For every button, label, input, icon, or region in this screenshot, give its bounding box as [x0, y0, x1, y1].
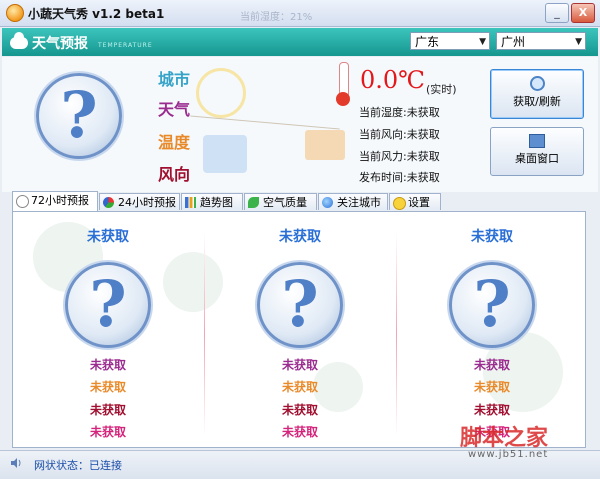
tab-followed-cities[interactable]: 关注城市	[318, 193, 388, 210]
forecast-day-2: 未获取 ? 未获取 未获取 未获取 未获取	[205, 212, 395, 447]
forecast-weather: 未获取	[89, 358, 126, 372]
forecast-temperature: 未获取	[89, 380, 126, 394]
wind-power-text: 当前风力:未获取	[359, 150, 440, 163]
temperature-value: 0.0℃	[360, 66, 426, 94]
tab-settings[interactable]: 设置	[389, 193, 441, 210]
forecast-temperature: 未获取	[281, 380, 318, 394]
tab-label: 趋势图	[200, 196, 233, 209]
weather-unknown-icon: ?	[257, 262, 343, 348]
window-title: 小蔬天气秀 v1.2 beta1	[28, 7, 165, 21]
province-value: 广东	[415, 35, 440, 49]
globe-icon	[322, 197, 333, 208]
close-button[interactable]: X	[571, 3, 595, 23]
forecast-temperature: 未获取	[473, 380, 510, 394]
forecast-wind-power: 未获取	[281, 425, 318, 439]
city-select[interactable]: 广州 ▼	[496, 32, 586, 50]
tab-air-quality[interactable]: 空气质量	[244, 193, 317, 210]
weather-unknown-icon: ?	[449, 262, 535, 348]
wind-label: 风向	[158, 165, 191, 184]
forecast-date: 未获取	[87, 229, 129, 245]
watermark-url: www.jb51.net	[468, 449, 549, 460]
leaf-icon	[248, 197, 259, 208]
forecast-weather: 未获取	[473, 358, 510, 372]
tab-label: 空气质量	[263, 196, 307, 209]
thermometer-bulb	[336, 92, 350, 106]
clock-icon	[16, 195, 29, 208]
desktop-window-button[interactable]: 桌面窗口	[490, 127, 584, 176]
forecast-panel: 未获取 ? 未获取 未获取 未获取 未获取 未获取 ? 未获取 未获取 未获取 …	[12, 211, 586, 448]
shirt-decoration-icon	[203, 135, 247, 173]
tab-24h-forecast[interactable]: 24小时预报	[99, 193, 180, 210]
window-icon	[529, 134, 545, 148]
network-status-text: 网状状态：已连接	[34, 459, 122, 472]
desktop-button-label: 桌面窗口	[515, 152, 559, 165]
header-subtitle: TEMPERATURE	[98, 42, 153, 49]
forecast-weather: 未获取	[281, 358, 318, 372]
weather-label: 天气	[158, 100, 191, 119]
forecast-wind: 未获取	[89, 403, 126, 417]
wind-direction-text: 当前风向:未获取	[359, 128, 440, 141]
humidity-text: 当前湿度:未获取	[359, 106, 440, 119]
province-select[interactable]: 广东 ▼	[410, 32, 490, 50]
forecast-wind-power: 未获取	[89, 425, 126, 439]
chevron-down-icon: ▼	[479, 37, 486, 47]
app-logo-icon	[6, 4, 24, 22]
weather-unknown-icon: ?	[36, 73, 122, 159]
bar-chart-icon	[185, 197, 196, 208]
minimize-button[interactable]: _	[545, 3, 569, 23]
pants-decoration-icon	[305, 130, 345, 160]
forecast-wind: 未获取	[473, 403, 510, 417]
watermark-logo: 脚本之家	[460, 425, 549, 451]
chevron-down-icon: ▼	[575, 37, 582, 47]
tab-trend-chart[interactable]: 趋势图	[181, 193, 243, 210]
temperature-label: 温度	[158, 133, 191, 152]
forecast-wind: 未获取	[281, 403, 318, 417]
smile-icon	[393, 197, 406, 210]
search-icon	[529, 76, 545, 91]
temperature-note: (实时)	[426, 83, 457, 96]
city-label: 城市	[158, 70, 191, 89]
city-value: 广州	[501, 35, 526, 49]
sun-decoration-icon	[196, 68, 246, 118]
forecast-day-1: 未获取 ? 未获取 未获取 未获取 未获取	[13, 212, 203, 447]
forecast-day-3: 未获取 ? 未获取 未获取 未获取 未获取	[397, 212, 585, 447]
weather-unknown-icon: ?	[65, 262, 151, 348]
header-title: 天气预报	[32, 36, 88, 52]
forecast-date: 未获取	[279, 229, 321, 245]
refresh-button-label: 获取/刷新	[513, 95, 561, 108]
speaker-icon[interactable]	[10, 457, 22, 469]
cloud-icon	[10, 32, 28, 49]
publish-time-text: 发布时间:未获取	[359, 171, 440, 184]
pie-icon	[103, 197, 114, 208]
tab-label: 24小时预报	[118, 196, 176, 209]
forecast-date: 未获取	[471, 229, 513, 245]
ghost-humidity-text: 当前湿度：21%	[240, 12, 313, 23]
tab-label: 设置	[408, 196, 430, 209]
tab-72h-forecast[interactable]: 72小时预报	[12, 191, 98, 212]
refresh-button[interactable]: 获取/刷新	[490, 69, 584, 119]
tab-label: 关注城市	[337, 196, 381, 209]
tab-label: 72小时预报	[31, 194, 89, 207]
